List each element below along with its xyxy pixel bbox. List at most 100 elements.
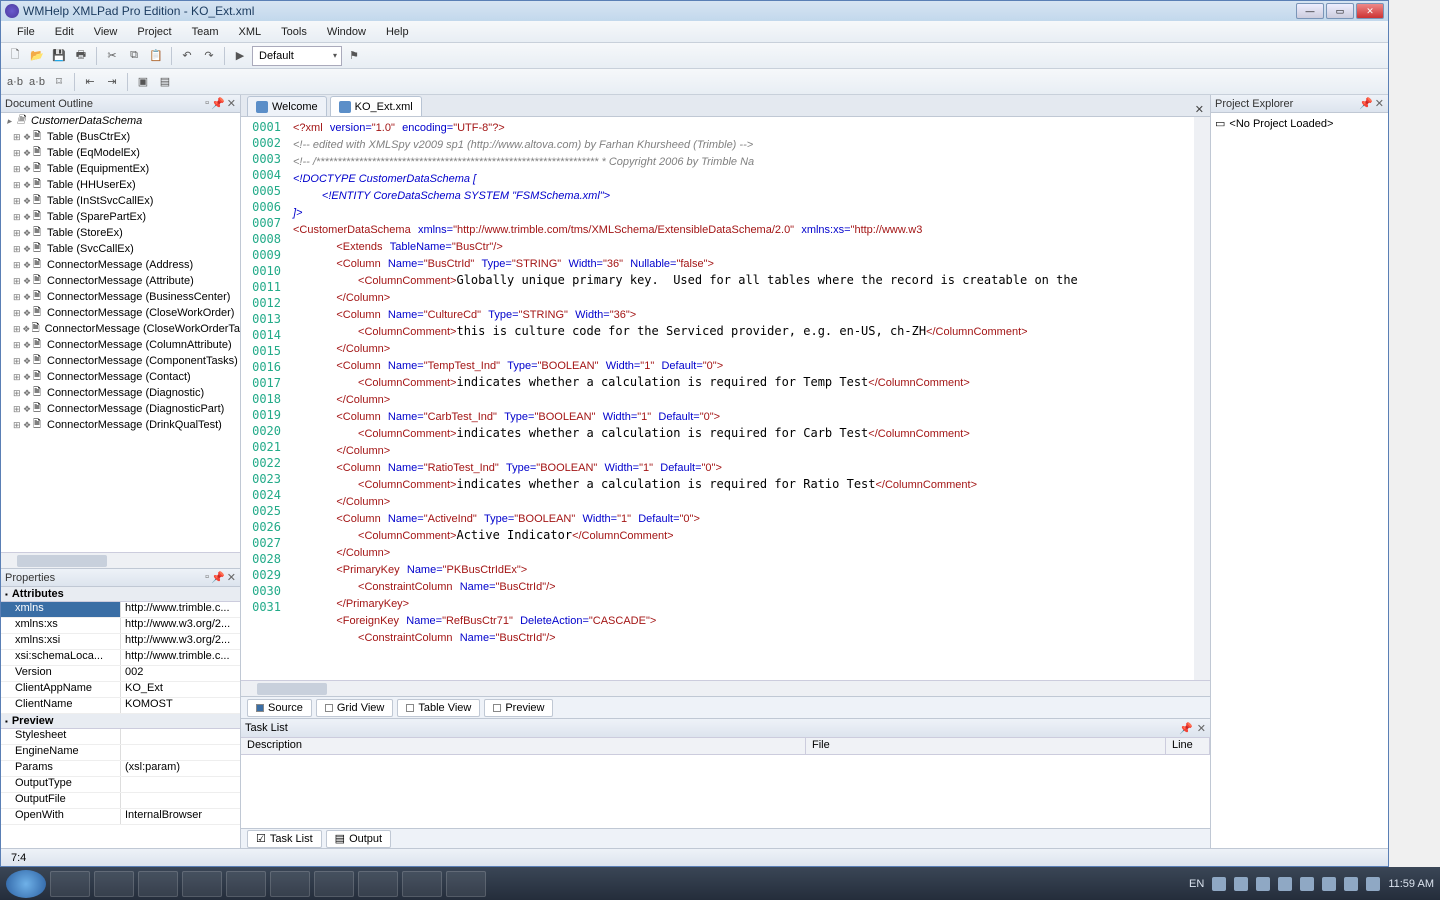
prop-row[interactable]: ClientAppNameKO_Ext xyxy=(1,682,240,698)
tasklist-body[interactable] xyxy=(241,755,1210,828)
col-line[interactable]: Line xyxy=(1166,738,1210,754)
outdent-icon[interactable]: ⇤ xyxy=(80,72,100,92)
tree-item[interactable]: ⊞❖🗎Table (SparePartEx) xyxy=(1,209,240,225)
tree-item[interactable]: ⊞❖🗎Table (StoreEx) xyxy=(1,225,240,241)
taskbar-item[interactable] xyxy=(182,871,222,897)
editor-hscroll[interactable] xyxy=(241,680,1210,696)
outline-hscroll[interactable] xyxy=(1,552,240,568)
prop-row[interactable]: OutputType xyxy=(1,777,240,793)
copy-icon[interactable]: ⧉ xyxy=(124,46,144,66)
tray-icon[interactable] xyxy=(1278,877,1292,891)
new-icon[interactable]: 🗋 xyxy=(5,46,25,66)
code-body[interactable]: <?xml version="1.0" encoding="UTF-8"?> <… xyxy=(289,117,1194,680)
tab-file[interactable]: KO_Ext.xml xyxy=(330,96,422,116)
tb2-1[interactable]: a·b xyxy=(5,72,25,92)
config-combo[interactable]: Default xyxy=(252,46,342,66)
tree-item[interactable]: ⊞❖🗎ConnectorMessage (DiagnosticPart) xyxy=(1,401,240,417)
tree-item[interactable]: ⊞❖🗎ConnectorMessage (DrinkQualTest) xyxy=(1,417,240,433)
tray-icon[interactable] xyxy=(1256,877,1270,891)
start-button[interactable] xyxy=(6,870,46,898)
taskbar-item[interactable] xyxy=(138,871,178,897)
outline-tree[interactable]: ▸🗎CustomerDataSchema⊞❖🗎Table (BusCtrEx) ⊞… xyxy=(1,113,240,552)
undo-icon[interactable]: ↶ xyxy=(177,46,197,66)
editor-vscroll[interactable] xyxy=(1194,117,1210,680)
prop-row[interactable]: xmlns:xsihttp://www.w3.org/2... xyxy=(1,634,240,650)
prop-row[interactable]: xmlnshttp://www.trimble.c... xyxy=(1,602,240,618)
tree-item[interactable]: ⊞❖🗎ConnectorMessage (CloseWorkOrderTa xyxy=(1,321,240,337)
tree-item[interactable]: ⊞❖🗎Table (EquipmentEx) xyxy=(1,161,240,177)
tree-item[interactable]: ⊞❖🗎ConnectorMessage (BusinessCenter) xyxy=(1,289,240,305)
open-icon[interactable]: 📂 xyxy=(27,46,47,66)
menu-project[interactable]: Project xyxy=(127,24,181,40)
tab-welcome[interactable]: Welcome xyxy=(247,96,327,116)
taskbar-item[interactable] xyxy=(402,871,442,897)
tray-clock[interactable]: 11:59 AM xyxy=(1388,878,1434,890)
tb2-2[interactable]: a·b xyxy=(27,72,47,92)
tree-item[interactable]: ⊞❖🗎Table (HHUserEx) xyxy=(1,177,240,193)
close-button[interactable]: ✕ xyxy=(1356,3,1384,19)
view-grid[interactable]: Grid View xyxy=(316,699,393,717)
taskbar-item[interactable] xyxy=(314,871,354,897)
tree-item[interactable]: ⊞❖🗎ConnectorMessage (Contact) xyxy=(1,369,240,385)
prop-row[interactable]: xmlns:xshttp://www.w3.org/2... xyxy=(1,618,240,634)
tree-item[interactable]: ⊞❖🗎ConnectorMessage (ComponentTasks) xyxy=(1,353,240,369)
tree-item[interactable]: ⊞❖🗎ConnectorMessage (CloseWorkOrder) xyxy=(1,305,240,321)
prop-row[interactable]: Stylesheet xyxy=(1,729,240,745)
tree-item[interactable]: ⊞❖🗎ConnectorMessage (Address) xyxy=(1,257,240,273)
code-editor[interactable]: 0001 0002 0003 0004 0005 0006 0007 0008 … xyxy=(241,117,1210,680)
cut-icon[interactable]: ✂ xyxy=(102,46,122,66)
project-explorer-body[interactable]: ▭<No Project Loaded> xyxy=(1211,113,1388,848)
tab-output[interactable]: ▤Output xyxy=(326,830,391,848)
tree-item[interactable]: ⊞❖🗎ConnectorMessage (Attribute) xyxy=(1,273,240,289)
view-source[interactable]: Source xyxy=(247,699,312,717)
tray-icon[interactable] xyxy=(1300,877,1314,891)
menu-help[interactable]: Help xyxy=(376,24,419,40)
taskbar-item[interactable] xyxy=(358,871,398,897)
prop-row[interactable]: OpenWithInternalBrowser xyxy=(1,809,240,825)
tab-close-icon[interactable]: ✕ xyxy=(1189,103,1210,116)
tree-item[interactable]: ⊞❖🗎ConnectorMessage (Diagnostic) xyxy=(1,385,240,401)
uncomment-icon[interactable]: ▤ xyxy=(155,72,175,92)
view-table[interactable]: Table View xyxy=(397,699,480,717)
tray-icon[interactable] xyxy=(1322,877,1336,891)
flag-icon[interactable]: ⚑ xyxy=(344,46,364,66)
tree-item[interactable]: ⊞❖🗎ConnectorMessage (ColumnAttribute) xyxy=(1,337,240,353)
taskbar-item[interactable] xyxy=(226,871,266,897)
taskbar-item[interactable] xyxy=(94,871,134,897)
prop-row[interactable]: Params(xsl:param) xyxy=(1,761,240,777)
tab-tasklist[interactable]: ☑Task List xyxy=(247,830,322,848)
taskbar-item[interactable] xyxy=(270,871,310,897)
taskbar-item[interactable] xyxy=(446,871,486,897)
menu-edit[interactable]: Edit xyxy=(45,24,84,40)
menu-file[interactable]: File xyxy=(7,24,45,40)
tray-icon[interactable] xyxy=(1344,877,1358,891)
tree-item[interactable]: ⊞❖🗎Table (SvcCallEx) xyxy=(1,241,240,257)
titlebar[interactable]: WMHelp XMLPad Pro Edition - KO_Ext.xml —… xyxy=(1,1,1388,21)
tree-item[interactable]: ⊞❖🗎Table (BusCtrEx) xyxy=(1,129,240,145)
col-description[interactable]: Description xyxy=(241,738,806,754)
prop-row[interactable]: OutputFile xyxy=(1,793,240,809)
prop-row[interactable]: ClientNameKOMOST xyxy=(1,698,240,714)
tree-item[interactable]: ⊞❖🗎Table (InStSvcCallEx) xyxy=(1,193,240,209)
menu-view[interactable]: View xyxy=(84,24,128,40)
col-file[interactable]: File xyxy=(806,738,1166,754)
tray-icon[interactable] xyxy=(1366,877,1380,891)
saveall-icon[interactable]: 🖶 xyxy=(71,46,91,66)
tree-root[interactable]: ▸🗎CustomerDataSchema xyxy=(1,113,240,129)
redo-icon[interactable]: ↷ xyxy=(199,46,219,66)
indent-icon[interactable]: ⇥ xyxy=(102,72,122,92)
paste-icon[interactable]: 📋 xyxy=(146,46,166,66)
prop-row[interactable]: EngineName xyxy=(1,745,240,761)
tb2-3[interactable]: ⌑ xyxy=(49,72,69,92)
taskbar-item[interactable] xyxy=(50,871,90,897)
pane-close-icon[interactable]: ✕ xyxy=(227,97,236,110)
prop-row[interactable]: xsi:schemaLoca...http://www.trimble.c... xyxy=(1,650,240,666)
tray-icon[interactable] xyxy=(1212,877,1226,891)
pane-pin2-icon[interactable]: 📌 xyxy=(211,97,225,110)
view-preview[interactable]: Preview xyxy=(484,699,553,717)
menu-tools[interactable]: Tools xyxy=(271,24,317,40)
system-tray[interactable]: EN 11:59 AM xyxy=(1189,877,1434,891)
minimize-button[interactable]: — xyxy=(1296,3,1324,19)
pane-pin-icon[interactable]: ▫ xyxy=(205,97,209,110)
menu-xml[interactable]: XML xyxy=(229,24,272,40)
